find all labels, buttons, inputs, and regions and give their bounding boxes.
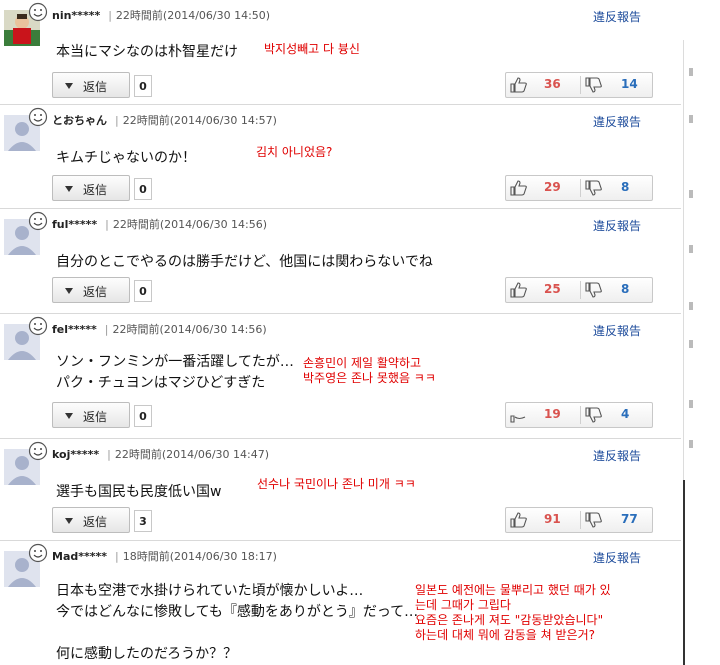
comment-body: 選手も国民も民度低い国w [56, 484, 222, 500]
thumbs-up-icon [510, 282, 527, 298]
comment-item: Mad***** | 18時間前(2014/06/30 18:17) 違反報告 日本… [0, 541, 681, 665]
vote-box: 29 8 [505, 175, 653, 201]
comment-username[interactable]: koj***** [52, 448, 99, 461]
dislike-button[interactable]: 8 [581, 278, 653, 302]
comment-body: 自分のとこでやるのは勝手だけど、他国には関わらないでね [56, 254, 433, 270]
report-link[interactable]: 違反報告 [593, 8, 641, 25]
dropdown-arrow-icon [65, 413, 73, 419]
like-button[interactable]: 29 [506, 176, 580, 200]
dropdown-arrow-icon [65, 518, 73, 524]
reply-button[interactable]: 返信 [52, 72, 130, 98]
smiley-icon [28, 107, 48, 127]
comment-item: nin***** | 22時間前(2014/06/30 14:50) 違反報告 本当… [0, 0, 681, 105]
korean-translation: 박지성빼고 다 븅신 [264, 42, 360, 56]
comment-timestamp: 22時間前(2014/06/30 14:56) [112, 218, 268, 231]
thumbs-up-icon [510, 512, 527, 528]
smiley-icon [28, 441, 48, 461]
thumbs-down-icon [585, 512, 602, 528]
korean-translation: 일본도 예전에는 물뿌리고 했던 때가 있 는데 그때가 그립다 요즘은 존나게… [415, 583, 611, 642]
vote-box: 25 8 [505, 277, 653, 303]
reply-count: 0 [134, 75, 152, 97]
comment-body: 本当にマシなのは朴智星だけ [56, 44, 238, 60]
like-button[interactable]: 91 [506, 508, 580, 532]
korean-translation: 손흥민이 제일 활약하고 박주영은 존나 못했음 ㅋㅋ [303, 356, 436, 385]
dropdown-arrow-icon [65, 288, 73, 294]
thumbs-down-icon [585, 282, 602, 298]
comment-username[interactable]: fel***** [52, 323, 97, 336]
vote-box: 91 77 [505, 507, 653, 533]
side-panel-edge [681, 40, 720, 665]
smiley-icon [28, 316, 48, 336]
like-button[interactable]: 36 [506, 73, 580, 97]
reply-button[interactable]: 返信 [52, 402, 130, 428]
comment-item: ful***** | 22時間前(2014/06/30 14:56) 違反報告 自分… [0, 209, 681, 314]
report-link[interactable]: 違反報告 [593, 113, 641, 130]
vote-box: 19 4 [505, 402, 653, 428]
smiley-icon [28, 2, 48, 22]
thumbs-down-icon [585, 407, 602, 423]
report-link[interactable]: 違反報告 [593, 217, 641, 234]
comment-username[interactable]: ful***** [52, 218, 97, 231]
dropdown-arrow-icon [65, 186, 73, 192]
comment-timestamp: 22時間前(2014/06/30 14:57) [122, 114, 277, 127]
dislike-button[interactable]: 8 [581, 176, 653, 200]
comment-username[interactable]: nin***** [52, 9, 100, 22]
korean-translation: 선수나 국민이나 존나 미개 ㅋㅋ [257, 477, 416, 491]
thumbs-up-icon [510, 180, 527, 196]
thumbs-up-icon [510, 415, 526, 423]
comment-username[interactable]: とおちゃん [52, 114, 107, 127]
comment-body: 日本も空港で水掛けられていた頃が懐かしいよ… 今ではどんなに惨敗しても『感動をあ… [56, 583, 419, 662]
report-link[interactable]: 違反報告 [593, 447, 641, 464]
comment-timestamp: 22時間前(2014/06/30 14:47) [114, 448, 270, 461]
reply-count: 0 [134, 405, 152, 427]
comment-username[interactable]: Mad***** [52, 550, 107, 563]
thumbs-down-icon [585, 180, 602, 196]
thumbs-up-icon [510, 77, 527, 93]
comment-item: koj***** | 22時間前(2014/06/30 14:47) 違反報告 選手… [0, 439, 681, 541]
comment-body: ソン・フンミンが一番活躍してたが… パク・チュヨンはマジひどすぎた [56, 354, 294, 391]
reply-count: 0 [134, 178, 152, 200]
vote-box: 36 14 [505, 72, 653, 98]
dislike-button[interactable]: 14 [581, 73, 653, 97]
thumbs-down-icon [585, 77, 602, 93]
comment-timestamp: 18時間前(2014/06/30 18:17) [122, 550, 277, 563]
comment-item: とおちゃん | 22時間前(2014/06/30 14:57) 違反報告 キムチじゃ… [0, 105, 681, 209]
reply-button[interactable]: 返信 [52, 277, 130, 303]
comment-timestamp: 22時間前(2014/06/30 14:50) [115, 9, 271, 22]
reply-count: 0 [134, 280, 152, 302]
dropdown-arrow-icon [65, 83, 73, 89]
reply-button[interactable]: 返信 [52, 175, 130, 201]
korean-translation: 김치 아니었음? [256, 145, 333, 159]
dislike-button[interactable]: 4 [581, 403, 653, 427]
report-link[interactable]: 違反報告 [593, 322, 641, 339]
smiley-icon [28, 211, 48, 231]
comment-body: キムチじゃないのか！ [56, 150, 196, 166]
dislike-button[interactable]: 77 [581, 508, 653, 532]
like-button[interactable]: 19 [506, 403, 580, 427]
comment-item: fel***** | 22時間前(2014/06/30 14:56) 違反報告 ソン… [0, 314, 681, 439]
reply-count: 3 [134, 510, 152, 532]
report-link[interactable]: 違反報告 [593, 549, 641, 566]
smiley-icon [28, 543, 48, 563]
like-button[interactable]: 25 [506, 278, 580, 302]
reply-button[interactable]: 返信 [52, 507, 130, 533]
comment-timestamp: 22時間前(2014/06/30 14:56) [112, 323, 267, 336]
